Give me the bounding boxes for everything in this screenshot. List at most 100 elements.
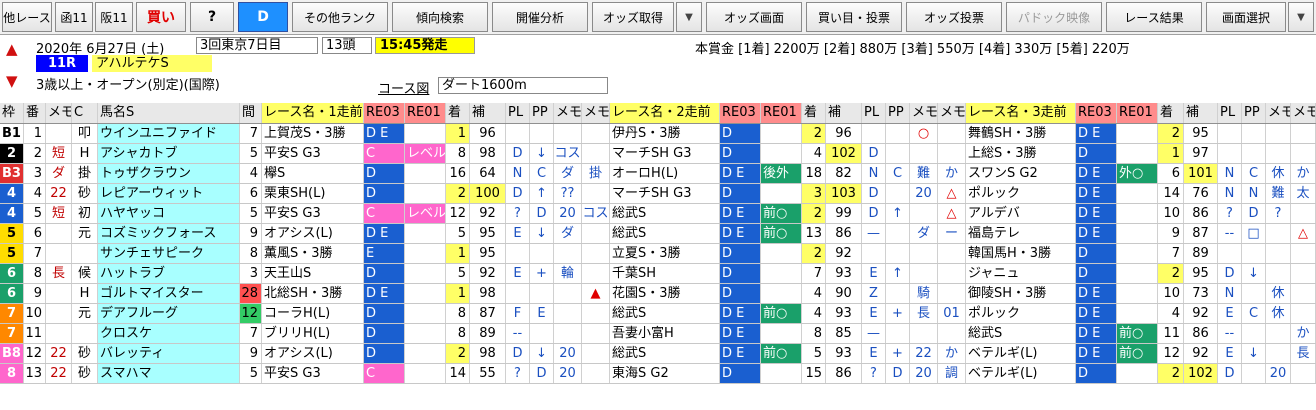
meeting-analysis-button[interactable]: 開催分析 <box>492 2 588 32</box>
cell-x2: 長 <box>910 304 938 323</box>
screen-select-dropdown[interactable]: ▼ <box>1288 2 1314 32</box>
cell-x1: 20 <box>554 204 582 223</box>
cell-n: 11 <box>24 324 46 343</box>
cell-h[interactable]: バレッティ <box>98 344 240 363</box>
cell-s2: 93 <box>826 304 862 323</box>
column-header[interactable]: 着 <box>802 103 826 123</box>
cell-pl2: D <box>862 144 886 163</box>
cell-c: 初 <box>72 204 98 223</box>
table-row[interactable]: 5 6 元コズミックフォース 9 オアシス(L) D E 5 95 E ↓ ダ総武S D E 前○ 13 8… <box>0 224 1316 244</box>
rank-d-button[interactable]: D <box>238 2 288 32</box>
column-header[interactable]: メモ <box>938 103 966 123</box>
table-row[interactable]: 6 9 H ゴルトマイスター 28 北総SH・3勝 D E 1 98 ▲ 花園S・3勝 D 4 90 Z 騎御… <box>0 284 1316 304</box>
column-header[interactable]: 馬名S <box>98 103 240 123</box>
screen-select-button[interactable]: 画面選択 <box>1206 2 1286 32</box>
table-row[interactable]: 4 4 22 砂レピアーウィット 6 栗東SH(L) D 2 100 D ↑?? マーチSH G3 D 3… <box>0 184 1316 204</box>
cell-h[interactable]: ウインユニファイド <box>98 124 240 143</box>
column-header[interactable]: PP <box>1242 103 1266 123</box>
column-header[interactable]: 間 <box>240 103 262 123</box>
cell-h[interactable]: ハヤヤッコ <box>98 204 240 223</box>
table-row[interactable]: 4 5 短初ハヤヤッコ 5 平安S G3 C レベル 12 92? D 20 コス 総武S D E 前○ 2 9… <box>0 204 1316 224</box>
column-header[interactable]: メモ <box>910 103 938 123</box>
column-header[interactable]: 番 <box>24 103 46 123</box>
help-button[interactable]: ? <box>190 2 234 32</box>
cell-b1 <box>405 364 446 383</box>
column-header[interactable]: PP <box>886 103 910 123</box>
buy-button[interactable]: 買い <box>136 2 186 32</box>
odds-screen-button[interactable]: オッズ画面 <box>706 2 802 32</box>
column-header[interactable]: PL <box>506 103 530 123</box>
cell-y2 <box>938 324 966 343</box>
column-header[interactable]: メモ <box>1266 103 1291 123</box>
cell-h[interactable]: アシャカトブ <box>98 144 240 163</box>
column-header[interactable]: C <box>72 103 98 123</box>
column-header[interactable]: PP <box>530 103 554 123</box>
cell-x3 <box>1266 264 1291 283</box>
cell-h[interactable]: トゥザクラウン <box>98 164 240 183</box>
cell-h[interactable]: コズミックフォース <box>98 224 240 243</box>
cell-h[interactable]: デアフルーグ <box>98 304 240 323</box>
table-row[interactable]: 2 2 短 H アシャカトブ 5 平安S G3 C レベル 8 98 D ↓ コス マーチSH G3 D 4 10… <box>0 144 1316 164</box>
meeting-day: 3回東京7日目 <box>196 37 318 54</box>
column-header[interactable]: RE03 <box>364 103 405 123</box>
column-header[interactable]: メモ <box>46 103 72 123</box>
odds-vote-button[interactable]: オッズ投票 <box>906 2 1002 32</box>
table-row[interactable]: 8 13 22 砂スマハマ 5 平安S G3 C 14 55? D 20 東海S G2 D 15 86? D 2… <box>0 364 1316 384</box>
table-row[interactable]: 7 11 クロスケ 7 ブリリH(L) D 8 89 -- 吾妻小富H D E 8 85— 総武S D E前… <box>0 324 1316 344</box>
column-header[interactable]: レース名・2走前 <box>610 103 720 123</box>
column-header[interactable]: PL <box>1218 103 1242 123</box>
cell-y2: 01 <box>938 304 966 323</box>
hakodate-11-button[interactable]: 函11 <box>55 2 93 32</box>
column-header[interactable]: RE03 <box>720 103 761 123</box>
column-header[interactable]: 着 <box>446 103 470 123</box>
column-header[interactable]: RE01 <box>761 103 802 123</box>
cell-f3: 2 <box>1158 364 1184 383</box>
column-header[interactable]: 補 <box>826 103 862 123</box>
race-result-button[interactable]: レース結果 <box>1106 2 1202 32</box>
column-header[interactable]: 補 <box>470 103 506 123</box>
table-row[interactable]: 7 10 元デアフルーグ 12 コーラH(L) D 8 87 F E 総武S D E 前○ 4 93 E + 長 0… <box>0 304 1316 324</box>
column-header[interactable]: メモ <box>554 103 582 123</box>
table-row[interactable]: B1 1 叩ウインユニファイド 7 上賀茂S・3勝 D E 1 96 伊丹S・3勝 D 2 96 ○ 舞鶴… <box>0 124 1316 144</box>
cell-h[interactable]: レピアーウィット <box>98 184 240 203</box>
table-row[interactable]: B3 3 ダ掛トゥザクラウン 4 欅S D 16 64 N C ダ掛オーロH(L) D E 後外 18 82… <box>0 164 1316 184</box>
table-row[interactable]: 6 8 長候ハットラブ 3 天王山S D 5 92 E + 輪千葉SH D 7 93 E ↑ ジャニュ D 2 95 D… <box>0 264 1316 284</box>
column-header[interactable]: RE03 <box>1076 103 1117 123</box>
cell-c: 掛 <box>72 164 98 183</box>
cell-f3: 10 <box>1158 284 1184 303</box>
column-header[interactable]: レース名・1走前 <box>262 103 364 123</box>
cell-c <box>72 324 98 343</box>
column-header[interactable]: RE01 <box>405 103 446 123</box>
hanshin-11-button[interactable]: 阪11 <box>95 2 133 32</box>
course-map-link[interactable]: コース図 <box>378 78 429 97</box>
trend-search-button[interactable]: 傾向検索 <box>392 2 488 32</box>
bet-vote-button[interactable]: 買い目・投票 <box>806 2 902 32</box>
cell-pp1: ↑ <box>530 184 554 203</box>
cell-h[interactable]: ゴルトマイスター <box>98 284 240 303</box>
cell-c: H <box>72 144 98 163</box>
other-rank-button[interactable]: その他ランク <box>292 2 388 32</box>
cell-b2 <box>761 364 802 383</box>
column-header[interactable]: レース名・3走前 <box>966 103 1076 123</box>
column-header[interactable]: メモ <box>1291 103 1316 123</box>
get-odds-button[interactable]: オッズ取得 <box>592 2 674 32</box>
column-header[interactable]: 着 <box>1158 103 1184 123</box>
other-race-button[interactable]: 他レース <box>2 2 52 32</box>
paddock-video-button[interactable]: パドック映像 <box>1006 2 1102 32</box>
next-race-arrow-icon[interactable]: ▼ <box>6 72 18 90</box>
get-odds-dropdown[interactable]: ▼ <box>676 2 702 32</box>
cell-h[interactable]: クロスケ <box>98 324 240 343</box>
previous-race-arrow-icon[interactable]: ▲ <box>6 40 18 58</box>
table-row[interactable]: B8 12 22 砂バレッティ 9 オアシス(L) D 2 98 D ↓ 20 総武S D E 前○ 5 93 E… <box>0 344 1316 364</box>
cell-h[interactable]: サンチェサピーク <box>98 244 240 263</box>
column-header[interactable]: RE01 <box>1117 103 1158 123</box>
column-header[interactable]: 枠 <box>0 103 24 123</box>
column-header[interactable]: 補 <box>1184 103 1218 123</box>
column-header[interactable]: メモ <box>582 103 610 123</box>
cell-x2 <box>910 204 938 223</box>
cell-h[interactable]: スマハマ <box>98 364 240 383</box>
cell-s1: 92 <box>470 204 506 223</box>
table-row[interactable]: 5 7 サンチェサピーク 8 薫風S・3勝 E 1 95 立夏S・3勝 D 2 92 韓国馬H・3勝 D 7… <box>0 244 1316 264</box>
cell-h[interactable]: ハットラブ <box>98 264 240 283</box>
column-header[interactable]: PL <box>862 103 886 123</box>
